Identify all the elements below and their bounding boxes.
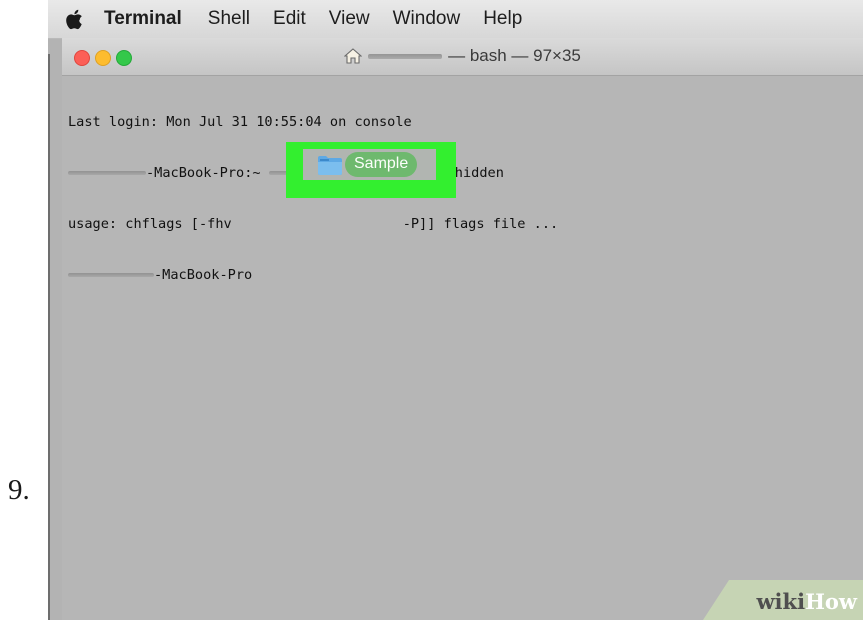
folder-icon: [317, 154, 343, 176]
apple-logo-icon[interactable]: [64, 8, 84, 30]
terminal-window: — bash — 97×35 Last login: Mon Jul 31 10…: [62, 38, 863, 620]
terminal-content[interactable]: Last login: Mon Jul 31 10:55:04 on conso…: [62, 76, 863, 620]
drag-target-area[interactable]: Sample: [303, 149, 436, 180]
dragged-folder[interactable]: Sample: [317, 152, 418, 177]
terminal-line-usage: usage: chflags [-fhv -P]] flags file ...: [68, 216, 558, 233]
page: 9. Terminal Shell Edit View Window Help: [0, 0, 863, 620]
window-title-text: — bash — 97×35: [448, 46, 581, 65]
terminal-line-login: Last login: Mon Jul 31 10:55:04 on conso…: [68, 114, 412, 130]
terminal-output: Last login: Mon Jul 31 10:55:04 on conso…: [68, 80, 558, 318]
menu-shell[interactable]: Shell: [208, 8, 250, 30]
home-icon: [343, 48, 363, 69]
window-titlebar[interactable]: — bash — 97×35: [62, 38, 863, 76]
redacted-username: [368, 54, 443, 60]
step-number: 9.: [8, 474, 30, 506]
drag-highlight-box: Sample: [286, 142, 456, 198]
watermark-how: How: [805, 589, 857, 614]
menu-edit[interactable]: Edit: [273, 8, 306, 30]
menu-terminal[interactable]: Terminal: [104, 8, 182, 30]
menu-view[interactable]: View: [329, 8, 370, 30]
wikihow-watermark: wikiHow: [756, 589, 857, 614]
menu-help[interactable]: Help: [483, 8, 522, 30]
usage-text: usage: chflags [-fhv: [68, 216, 232, 232]
usage-tail: -P]] flags file ...: [402, 216, 559, 232]
redacted-hostname: [68, 273, 154, 277]
prompt-host: -MacBook-Pro:~: [146, 165, 261, 181]
redacted-hostname: [68, 171, 146, 175]
window-title: — bash — 97×35: [62, 46, 863, 69]
terminal-screenshot: Terminal Shell Edit View Window Help — b…: [48, 0, 863, 620]
prompt-host: -MacBook-Pro: [154, 267, 253, 283]
terminal-line-prompt: -MacBook-Pro: [68, 267, 558, 284]
folder-name-label: Sample: [345, 152, 418, 177]
watermark-wiki: wiki: [756, 589, 806, 614]
window-left-edge: [48, 54, 50, 620]
menu-bar: Terminal Shell Edit View Window Help: [48, 0, 863, 39]
menu-window[interactable]: Window: [393, 8, 461, 30]
